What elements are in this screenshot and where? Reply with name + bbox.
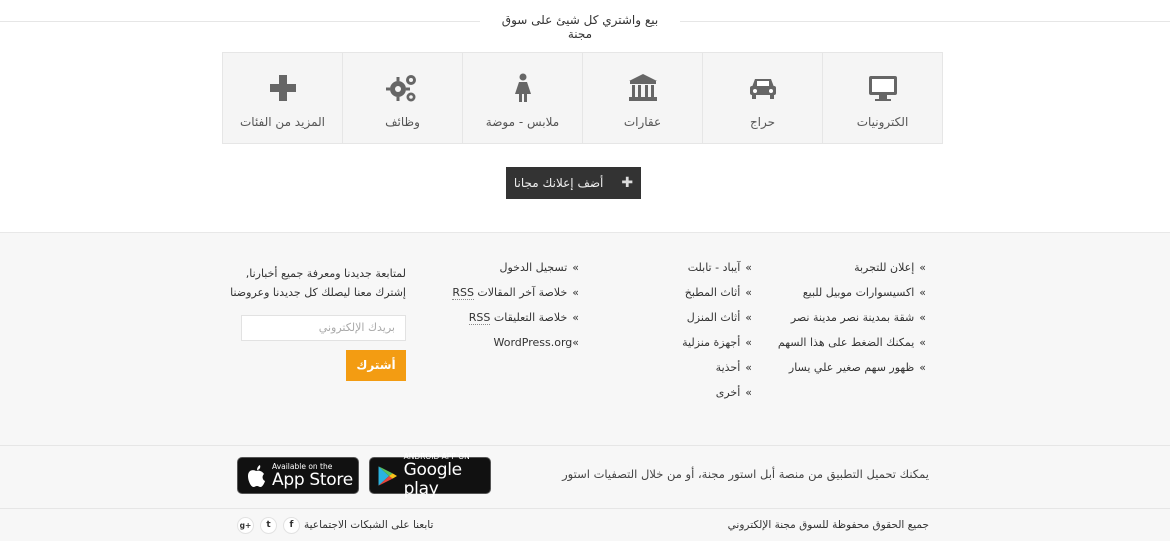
female-icon <box>514 73 531 102</box>
header-divider-right <box>680 21 1170 22</box>
add-listing-label: أضف إعلانك مجانا <box>513 176 604 190</box>
category-fashion[interactable]: ملابس - موضة <box>462 53 582 143</box>
category-more[interactable]: المزيد من الفئات <box>223 53 342 143</box>
email-input[interactable]: بريدك الإلكتروني <box>241 315 406 341</box>
bottom-divider <box>0 508 1170 509</box>
gears-icon <box>385 75 416 102</box>
category-label: عقارات <box>623 115 662 129</box>
category-grid: الكترونيات حراج عقارات ملابس - موضة وظائ… <box>222 52 943 144</box>
section-title: بيع واشتري كل شيئ على سوق مجنة <box>490 13 670 41</box>
plus-icon: ✚ <box>621 175 634 191</box>
header-divider-left <box>0 21 480 22</box>
category-auction[interactable]: حراج <box>702 53 822 143</box>
login-link[interactable]: »تسجيل الدخول <box>452 255 579 280</box>
category-label: وظائف <box>385 115 420 129</box>
category-label: المزيد من الفئات <box>239 115 325 129</box>
add-listing-button[interactable]: ✚ أضف إعلانك مجانا <box>506 167 641 199</box>
footer-links-3: »تسجيل الدخول »خلاصة آخر المقالات RSS »خ… <box>452 255 579 355</box>
copyright-text: جميع الحقوق محفوظة للسوق مجنة الإلكتروني <box>727 519 929 531</box>
plus-icon <box>269 75 296 101</box>
google-play-icon <box>378 465 398 486</box>
footer-divider <box>0 445 1170 446</box>
footer-link[interactable]: »آيباد - تابلت <box>682 255 752 280</box>
footer-link[interactable]: »أخرى <box>682 380 752 405</box>
category-label: حراج <box>749 115 776 129</box>
comments-feed-link[interactable]: »خلاصة التعليقات RSS <box>452 305 579 330</box>
car-icon <box>749 79 776 99</box>
footer-link[interactable]: »أثاث المطبخ <box>682 280 752 305</box>
footer-link[interactable]: »ظهور سهم صغير علي يسار <box>778 355 926 380</box>
app-store-badge[interactable]: Available on the App Store <box>237 457 359 494</box>
footer-links-1: »إعلان للتجربة »اكسيسوارات موبيل للبيع »… <box>778 255 926 380</box>
app-download-text: يمكنك تحميل التطبيق من منصة أبل استور مج… <box>562 467 929 481</box>
footer-link[interactable]: »أجهزة منزلية <box>682 330 752 355</box>
footer-link[interactable]: »اكسيسوارات موبيل للبيع <box>778 280 926 305</box>
follow-us-text: تابعنا على الشبكات الاجتماعية <box>304 519 434 531</box>
posts-feed-link[interactable]: »خلاصة آخر المقالات RSS <box>452 280 579 305</box>
footer-link[interactable]: »شقة بمدينة نصر مدينة نصر <box>778 305 926 330</box>
footer-link[interactable]: »إعلان للتجربة <box>778 255 926 280</box>
footer-link[interactable]: »أثاث المنزل <box>682 305 752 330</box>
category-jobs[interactable]: وظائف <box>342 53 462 143</box>
apple-icon <box>248 464 265 487</box>
newsletter-text: لمتابعة جديدنا ومعرفة جميع أخبارنا, إشتر… <box>230 267 406 299</box>
bank-icon <box>628 74 657 101</box>
google-play-badge[interactable]: ANDROID APP ON Google play <box>369 452 491 499</box>
category-label: ملابس - موضة <box>485 115 560 129</box>
footer-link[interactable]: »أحذية <box>682 355 752 380</box>
footer-links-2: »آيباد - تابلت »أثاث المطبخ »أثاث المنزل… <box>682 255 752 405</box>
subscribe-button[interactable]: أشترك <box>346 350 406 381</box>
category-realestate[interactable]: عقارات <box>582 53 702 143</box>
facebook-icon[interactable]: f <box>283 517 300 534</box>
twitter-icon[interactable]: t <box>260 517 277 534</box>
category-electronics[interactable]: الكترونيات <box>822 53 942 143</box>
category-label: الكترونيات <box>856 115 909 129</box>
footer-link[interactable]: »يمكنك الضغط على هذا السهم <box>778 330 926 355</box>
wordpress-link[interactable]: WordPress.org« <box>452 330 580 355</box>
google-plus-icon[interactable]: g+ <box>237 517 254 534</box>
monitor-icon <box>868 76 897 101</box>
